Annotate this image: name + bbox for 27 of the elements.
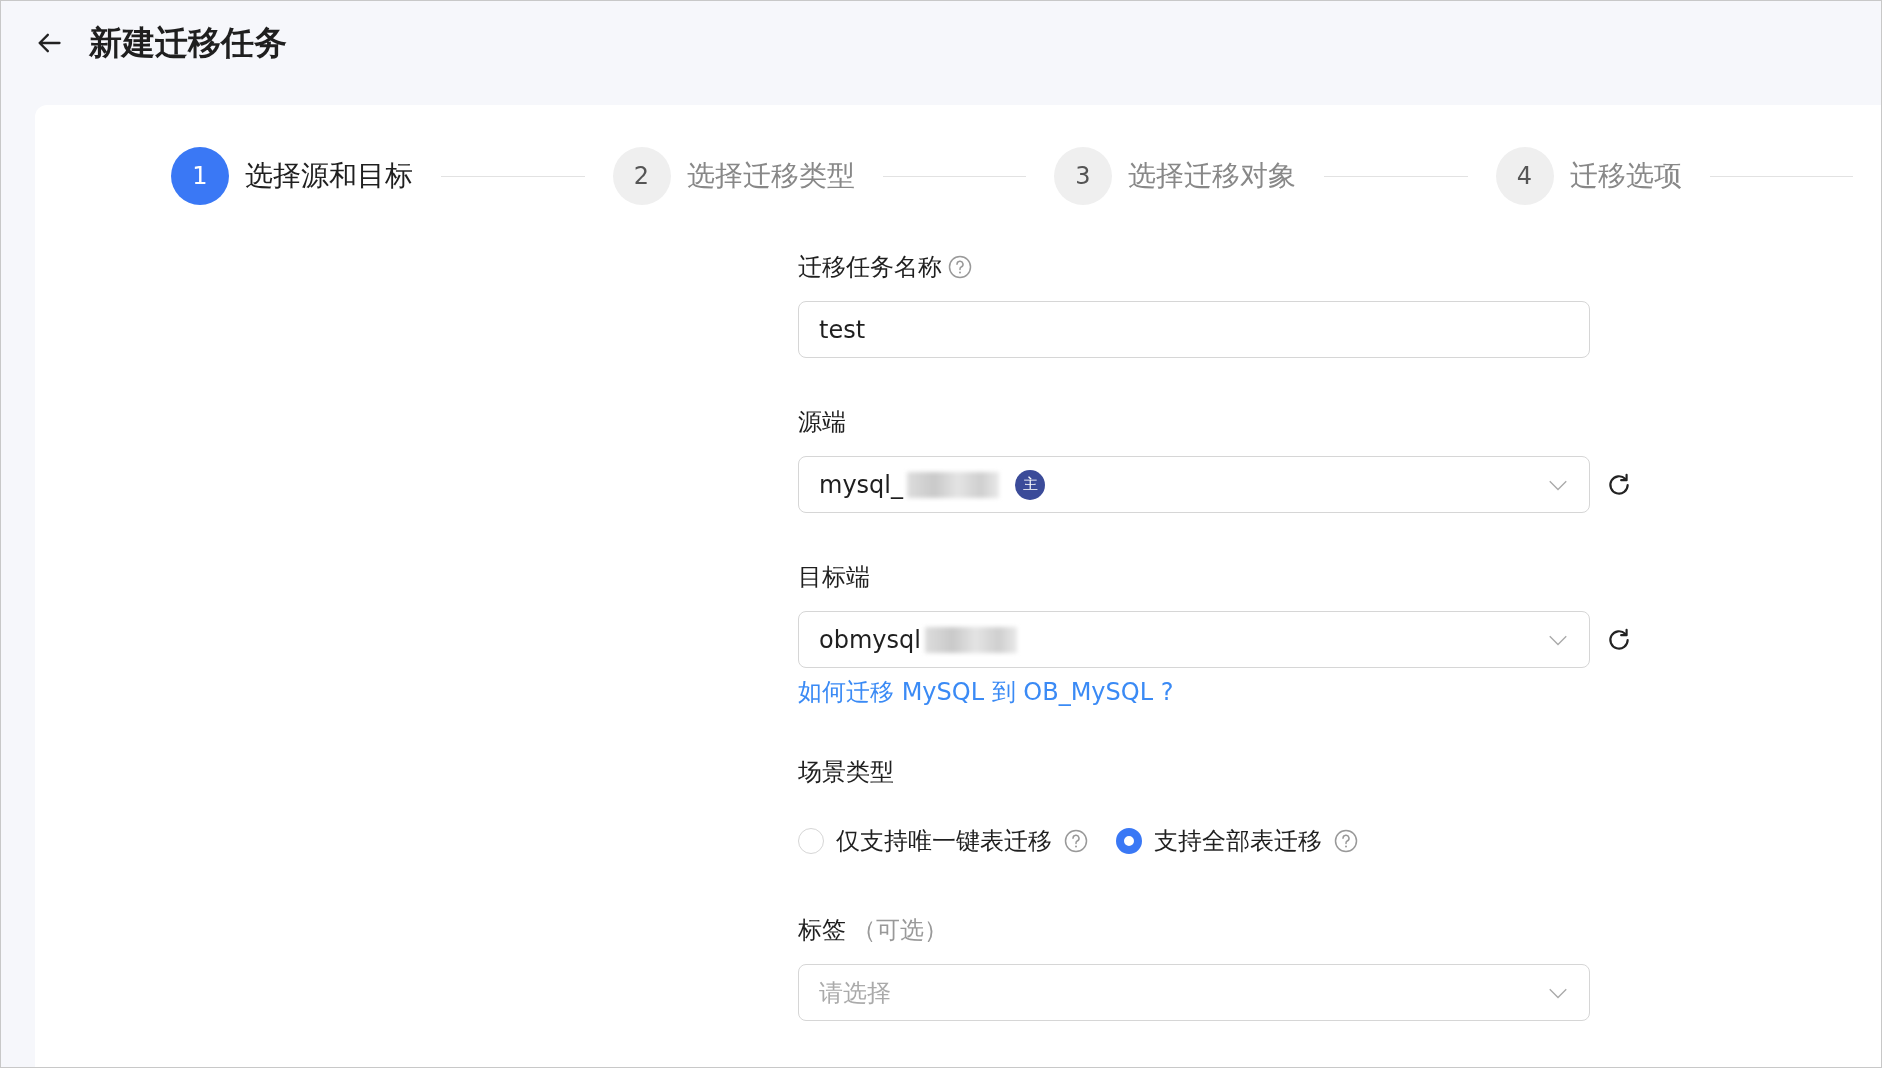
select-field[interactable]: obmysql: [798, 611, 1590, 668]
step-label: 选择迁移类型: [686, 158, 855, 194]
badge: 主: [1015, 469, 1045, 500]
help-icon[interactable]: [1064, 829, 1088, 853]
input-field[interactable]: test: [798, 301, 1590, 358]
help-icon[interactable]: [1334, 829, 1358, 853]
radio-label: 支持全部表迁移: [1154, 826, 1322, 857]
radio-button[interactable]: [1116, 828, 1142, 854]
step-label: 选择源和目标: [245, 158, 413, 194]
field-label: 标签: [798, 915, 846, 946]
help-icon[interactable]: [948, 255, 972, 279]
step-number: 4: [1495, 147, 1554, 205]
step-label: 迁移选项: [1569, 158, 1682, 194]
field-label: 场景类型: [798, 757, 894, 788]
step-number: 3: [1054, 147, 1112, 205]
step-number: 2: [612, 147, 671, 205]
optional-hint: （可选）: [852, 915, 948, 946]
step-number: 1: [171, 147, 229, 205]
field-label: 源端: [798, 407, 846, 438]
field-label: 迁移任务名称: [798, 252, 942, 283]
refresh-icon[interactable]: [1606, 626, 1632, 653]
select-field[interactable]: mysql_ 主: [798, 456, 1590, 513]
refresh-icon[interactable]: [1606, 471, 1632, 498]
field-label: 目标端: [798, 562, 870, 593]
page-title: 新建迁移任务: [89, 21, 287, 64]
radio-label: 仅支持唯一键表迁移: [836, 826, 1052, 857]
step-label: 选择迁移对象: [1128, 158, 1296, 194]
